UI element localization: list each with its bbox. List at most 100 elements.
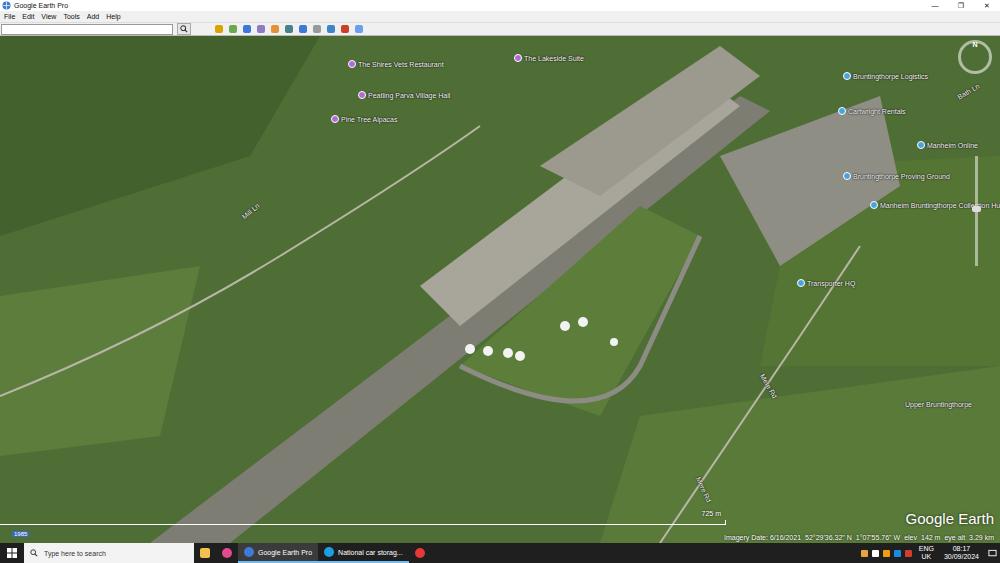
placemark[interactable]: Bruntingthorpe Logistics <box>843 72 928 80</box>
placemark-pin-icon <box>514 54 522 62</box>
window-control-button[interactable]: — <box>922 0 948 11</box>
menu-item[interactable]: Edit <box>22 13 34 20</box>
tool-icon <box>257 25 265 33</box>
menu-item[interactable]: View <box>41 13 56 20</box>
taskbar-search-placeholder: Type here to search <box>44 550 106 557</box>
search-field[interactable] <box>1 24 173 35</box>
tool-icon <box>243 25 251 33</box>
historical-year[interactable]: 1985 <box>12 531 29 537</box>
scale-bar: 725 m <box>0 520 726 525</box>
placemark[interactable]: Bruntingthorpe Proving Ground <box>843 172 950 180</box>
maps-app-button[interactable] <box>409 543 431 563</box>
taskbar-app[interactable]: National car storag... <box>318 543 409 563</box>
tool-button[interactable] <box>283 24 294 34</box>
menu-item[interactable]: Tools <box>63 13 79 20</box>
placemark-pin-icon <box>358 91 366 99</box>
tool-button[interactable] <box>353 24 364 34</box>
tool-icon <box>299 25 307 33</box>
menu-item[interactable]: Help <box>106 13 120 20</box>
notification-button[interactable] <box>986 549 998 558</box>
latitude: 52°29'36.32" N <box>805 534 852 541</box>
tool-buttons <box>213 24 364 34</box>
clock[interactable]: 08:1730/09/2024 <box>941 545 982 561</box>
tray-icon[interactable] <box>894 550 901 557</box>
tool-icon <box>271 25 279 33</box>
elevation-label: elev <box>904 534 917 541</box>
menu-item[interactable]: File <box>4 13 15 20</box>
region: UK <box>922 553 932 561</box>
status-bar: Imagery Date: 6/16/2021 52°29'36.32" N 1°0… <box>724 534 994 541</box>
tool-button[interactable] <box>339 24 350 34</box>
file-explorer-button[interactable] <box>194 543 216 563</box>
placemark-label: Bruntingthorpe Proving Ground <box>853 173 950 180</box>
search-button[interactable] <box>177 23 191 35</box>
taskbar-app-label: Google Earth Pro <box>258 549 312 556</box>
app-icon <box>244 547 254 557</box>
eye-altitude-label: eye alt <box>944 534 965 541</box>
windows-logo-icon <box>7 548 17 558</box>
tool-button[interactable] <box>297 24 308 34</box>
placemark-label: The Lakeside Suite <box>524 55 584 62</box>
menu-item[interactable]: Add <box>87 13 99 20</box>
navigation-compass[interactable]: N <box>958 40 992 74</box>
music-app-button[interactable] <box>216 543 238 563</box>
tool-icon <box>327 25 335 33</box>
placemark[interactable]: Transporter HQ <box>797 279 855 287</box>
tool-icon <box>341 25 349 33</box>
tool-button[interactable] <box>269 24 280 34</box>
window-control-button[interactable]: ❐ <box>948 0 974 11</box>
compass-north-label: N <box>972 41 977 71</box>
tool-button[interactable] <box>241 24 252 34</box>
tool-button[interactable] <box>255 24 266 34</box>
tray-icon[interactable] <box>883 550 890 557</box>
taskbar: Type here to search Google Earth Pro Natio… <box>0 543 1000 563</box>
placemark[interactable]: Manheim Online <box>917 141 978 149</box>
search-icon <box>30 549 38 557</box>
tool-button[interactable] <box>311 24 322 34</box>
placemark-pin-icon <box>843 72 851 80</box>
placemark[interactable]: Peatling Parva Village Hall <box>358 91 450 99</box>
tool-icon <box>285 25 293 33</box>
tool-button[interactable] <box>213 24 224 34</box>
window-controls: —❐✕ <box>922 0 1000 11</box>
start-button[interactable] <box>0 543 24 563</box>
tool-icon <box>229 25 237 33</box>
google-earth-window: Google Earth Pro —❐✕ File Edit View Tools Add H… <box>0 0 1000 563</box>
placemark-pin-icon <box>843 172 851 180</box>
language-indicator[interactable]: ENGUK <box>916 545 937 561</box>
tool-icon <box>215 25 223 33</box>
zoom-knob[interactable] <box>972 206 981 212</box>
window-control-button[interactable]: ✕ <box>974 0 1000 11</box>
tray-icon[interactable] <box>872 550 879 557</box>
notification-icon <box>988 549 997 558</box>
longitude: 1°07'55.76" W <box>856 534 900 541</box>
placemark[interactable]: Cartwright Rentals <box>838 107 906 115</box>
date: 30/09/2024 <box>944 553 979 561</box>
tray-icon[interactable] <box>905 550 912 557</box>
taskbar-app[interactable]: Google Earth Pro <box>238 543 318 563</box>
map-view[interactable]: The Shires Vets Restaurant The Lakeside S… <box>0 36 1000 543</box>
placemark-pin-icon <box>870 201 878 209</box>
taskbar-search[interactable]: Type here to search <box>24 543 194 563</box>
placemark[interactable]: The Shires Vets Restaurant <box>348 60 444 68</box>
taskbar-app-label: National car storag... <box>338 549 403 556</box>
placemark-pin-icon <box>348 60 356 68</box>
folder-icon <box>200 548 210 558</box>
imagery-date: Imagery Date: 6/16/2021 <box>724 534 801 541</box>
road-label: Upper Bruntingthorpe <box>905 401 972 408</box>
placemark-label: Manheim Bruntingthorpe Collection Hu <box>880 202 1000 209</box>
placemark[interactable]: The Lakeside Suite <box>514 54 584 62</box>
placemark-label: Transporter HQ <box>807 280 855 287</box>
placemark-label: Peatling Parva Village Hall <box>368 92 450 99</box>
placemark[interactable]: Pine Tree Alpacas <box>331 115 397 123</box>
globe-icon <box>2 1 11 10</box>
placemark-pin-icon <box>838 107 846 115</box>
menu-bar: File Edit View Tools Add Help <box>0 11 1000 23</box>
tool-button[interactable] <box>227 24 238 34</box>
placemark-pin-icon <box>917 141 925 149</box>
placemark-label: Pine Tree Alpacas <box>341 116 397 123</box>
tray-icon[interactable] <box>861 550 868 557</box>
tool-button[interactable] <box>325 24 336 34</box>
tool-icon <box>313 25 321 33</box>
zoom-slider[interactable] <box>975 156 978 266</box>
